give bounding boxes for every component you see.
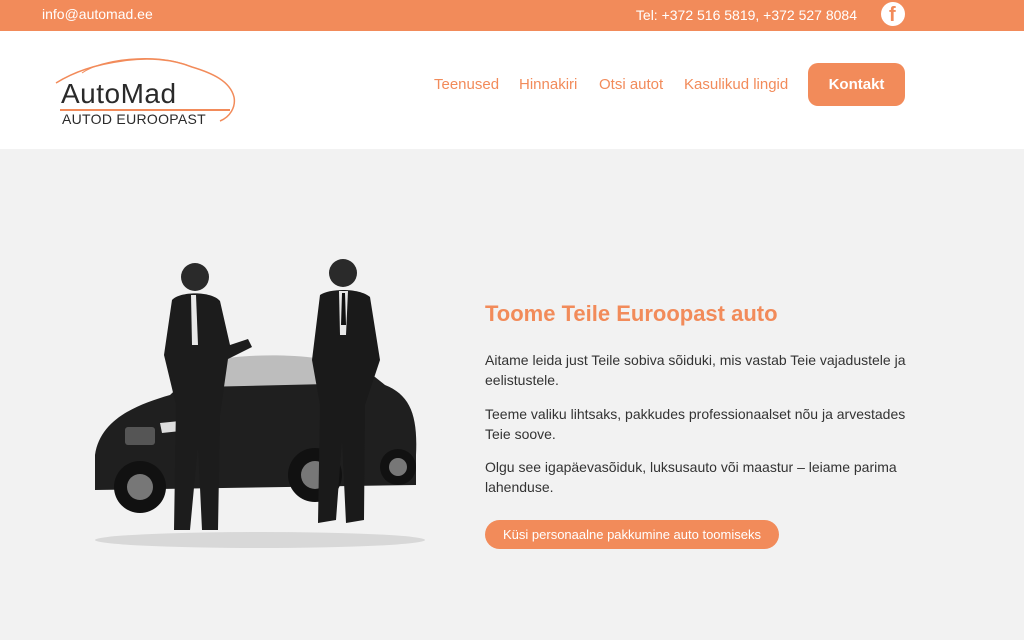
facebook-icon[interactable]: f bbox=[881, 2, 905, 26]
nav-otsi-autot[interactable]: Otsi autot bbox=[599, 76, 663, 93]
email-link[interactable]: info@automad.ee bbox=[42, 6, 153, 22]
nav-teenused[interactable]: Teenused bbox=[434, 76, 499, 93]
nav-kasulikud-lingid[interactable]: Kasulikud lingid bbox=[684, 76, 788, 93]
request-offer-button[interactable]: Küsi personaalne pakkumine auto toomisek… bbox=[485, 520, 779, 549]
top-bar: info@automad.ee Tel: +372 516 5819, +372… bbox=[0, 0, 1024, 31]
phone-numbers: Tel: +372 516 5819, +372 527 8084 bbox=[635, 7, 857, 23]
logo-text: AutoMad bbox=[61, 78, 177, 109]
hero-title: Toome Teile Euroopast auto bbox=[485, 301, 778, 326]
site-header: AutoMad AUTOD EUROOPAST Teenused Hinnaki… bbox=[0, 31, 1024, 149]
hero-paragraph-2: Teeme valiku lihtsaks, pakkudes professi… bbox=[485, 406, 906, 442]
hero-paragraph-3: Olgu see igapäevasõiduk, luksusauto või … bbox=[485, 459, 897, 495]
hero-paragraph-1: Aitame leida just Teile sobiva sõiduki, … bbox=[485, 352, 906, 388]
contact-button[interactable]: Kontakt bbox=[808, 63, 905, 106]
logo-tagline: AUTOD EUROOPAST bbox=[62, 111, 207, 127]
logo[interactable]: AutoMad AUTOD EUROOPAST bbox=[52, 51, 237, 133]
hero-illustration bbox=[95, 259, 425, 548]
nav-hinnakiri[interactable]: Hinnakiri bbox=[519, 76, 577, 93]
